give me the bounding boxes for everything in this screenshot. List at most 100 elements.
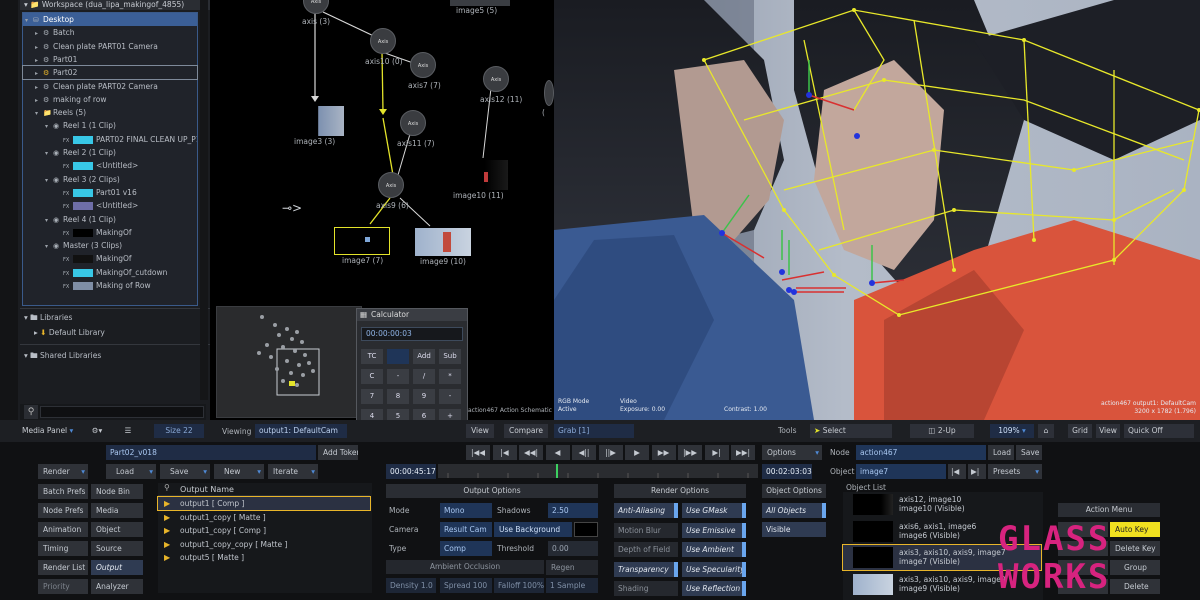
render-toggle-use-emissive[interactable]: Use Emissive bbox=[682, 522, 746, 538]
library-tree[interactable]: ▾ ⛁ Desktop ▸ ⚙ Batch ▸ ⚙ Clean plate PART01 Cam… bbox=[22, 12, 198, 306]
expand-arrow-icon[interactable]: ▾ bbox=[45, 147, 53, 159]
render-toggle-shading[interactable]: Shading bbox=[614, 581, 678, 596]
prev-object-icon[interactable]: |◀ bbox=[948, 464, 966, 479]
grab-field[interactable]: Grab [1] bbox=[554, 424, 634, 438]
prev-frame-icon[interactable]: ◀|| bbox=[572, 445, 596, 460]
presets-button[interactable]: Presets bbox=[988, 464, 1042, 479]
calculator-key[interactable]: * bbox=[439, 369, 461, 384]
prev-key-icon[interactable]: |◀ bbox=[492, 445, 517, 460]
tree-item[interactable]: FX <Untitled> bbox=[23, 199, 197, 212]
compare-button[interactable]: Compare bbox=[504, 424, 548, 438]
axis-node[interactable]: Axis bbox=[370, 28, 396, 54]
render-toggle-anti-aliasing[interactable]: Anti-Aliasing bbox=[614, 503, 678, 518]
panel-button-source[interactable]: Source bbox=[91, 541, 143, 556]
calculator-display[interactable]: 00:00:00:03 bbox=[361, 327, 463, 341]
expand-icon[interactable]: ▾ bbox=[24, 351, 28, 360]
spread-field[interactable]: Spread 100 bbox=[440, 578, 492, 593]
expand-arrow-icon[interactable]: ▾ bbox=[25, 14, 33, 26]
expand-arrow-icon[interactable]: ▸ bbox=[35, 54, 43, 66]
visible-toggle[interactable]: Visible bbox=[762, 522, 826, 537]
render-toggle-motion-blur[interactable]: Motion Blur bbox=[614, 522, 678, 538]
select-tool-button[interactable]: ➤ Select bbox=[810, 424, 892, 438]
play-icon[interactable]: ▶ bbox=[625, 445, 649, 460]
calculator-key[interactable]: C bbox=[361, 369, 383, 384]
workspace-header[interactable]: ▾ 📁 Workspace (dua_lipa_makingof_4855) bbox=[20, 0, 210, 10]
use-background-toggle[interactable]: Use Background bbox=[494, 522, 572, 537]
tree-item[interactable]: FX MakingOf_cutdown bbox=[23, 266, 197, 279]
calculator-key[interactable]: TC bbox=[361, 349, 383, 364]
tree-item[interactable]: ▾ 📁Reels (5) bbox=[23, 106, 197, 119]
grid-button[interactable]: Grid bbox=[1068, 424, 1092, 438]
expand-arrow-icon[interactable]: ▾ bbox=[35, 107, 43, 119]
tree-item[interactable]: ▾ ◉ Master (3 Clips) bbox=[23, 239, 197, 252]
load-preset-button[interactable]: Load bbox=[988, 445, 1014, 460]
tree-item[interactable]: ▸ ⚙ making of row bbox=[23, 93, 197, 106]
play-reverse-icon[interactable]: ◀ bbox=[545, 445, 570, 460]
expand-arrow-icon[interactable]: ▸ bbox=[35, 81, 43, 93]
ambient-occlusion-header[interactable]: Ambient Occlusion bbox=[386, 560, 544, 574]
image-node-thumb[interactable] bbox=[415, 228, 471, 256]
step-back-icon[interactable]: ◀◀| bbox=[519, 445, 543, 460]
calculator-key[interactable]: - bbox=[387, 369, 409, 384]
expand-arrow-icon[interactable]: ▾ bbox=[45, 120, 53, 132]
output-list[interactable]: ⚲ Output Name ▶ output1 [ Comp ] ▶ output1_… bbox=[157, 483, 372, 593]
calculator-key[interactable]: 8 bbox=[387, 389, 409, 404]
tree-item[interactable]: ▸ ⚙ Part01 bbox=[23, 53, 197, 66]
expand-arrow-icon[interactable]: ▾ bbox=[45, 214, 53, 226]
list-view-icon[interactable]: ☰ bbox=[114, 424, 142, 438]
libraries-section[interactable]: ▾ 🖿 Libraries bbox=[20, 311, 210, 324]
expand-arrow-icon[interactable]: ▸ bbox=[35, 27, 43, 39]
panel-button-object[interactable]: Object bbox=[91, 522, 143, 537]
quick-off-button[interactable]: Quick Off bbox=[1124, 424, 1194, 438]
shared-libraries-section[interactable]: ▾ 🖿 Shared Libraries bbox=[20, 349, 210, 362]
render-toggle-depth-of-field[interactable]: Depth of Field bbox=[614, 542, 678, 557]
panel-button-node-bin[interactable]: Node Bin bbox=[91, 484, 143, 499]
mode-select[interactable]: Mono bbox=[440, 503, 492, 518]
library-scrollbar[interactable] bbox=[200, 0, 208, 400]
expand-arrow-icon[interactable]: ▸ bbox=[35, 67, 43, 79]
camera-select[interactable]: Result Cam bbox=[440, 522, 492, 537]
end-timecode[interactable]: 00:02:03:03 bbox=[762, 464, 812, 479]
current-timecode[interactable]: 00:00:45:17 bbox=[386, 464, 436, 479]
panel-button-media[interactable]: Media bbox=[91, 503, 143, 518]
gear-icon[interactable]: ⚙▾ bbox=[84, 424, 110, 438]
save-button[interactable]: Save bbox=[160, 464, 210, 479]
expand-icon[interactable]: ▾ bbox=[24, 313, 28, 322]
object-field[interactable]: image7 bbox=[856, 464, 946, 479]
search-input[interactable] bbox=[40, 406, 204, 418]
save-preset-button[interactable]: Save bbox=[1016, 445, 1042, 460]
expand-arrow-icon[interactable]: ▾ bbox=[45, 240, 53, 252]
render-toggle-use-specularity[interactable]: Use Specularity bbox=[682, 561, 746, 577]
image-node-thumb[interactable] bbox=[450, 160, 508, 190]
go-start-icon[interactable]: |◀◀ bbox=[466, 445, 490, 460]
home-icon[interactable]: ⌂ bbox=[1038, 424, 1054, 438]
tree-item[interactable]: FX MakingOf bbox=[23, 226, 197, 239]
axis-node[interactable]: Axis bbox=[378, 172, 404, 198]
next-cut-icon[interactable]: ▶| bbox=[704, 445, 729, 460]
viewing-select[interactable]: output1: DefaultCam bbox=[255, 424, 347, 438]
iterate-button[interactable]: Iterate bbox=[268, 464, 318, 479]
media-panel-dropdown[interactable]: Media Panel ▾ bbox=[18, 424, 80, 438]
calculator-key[interactable]: 7 bbox=[361, 389, 383, 404]
output-row[interactable]: ▶ output1_copy_copy [ Matte ] bbox=[158, 538, 370, 551]
calculator-key[interactable]: / bbox=[413, 369, 435, 384]
tree-item[interactable]: ▾ ◉ Reel 3 (2 Clips) bbox=[23, 173, 197, 186]
tree-item[interactable]: FX Making of Row bbox=[23, 279, 197, 292]
panel-button-batch-prefs[interactable]: Batch Prefs bbox=[38, 484, 88, 499]
action-menu-header[interactable]: Action Menu bbox=[1058, 503, 1160, 517]
new-button[interactable]: New bbox=[214, 464, 264, 479]
tree-item[interactable]: ▾ ◉ Reel 1 (1 Clip) bbox=[23, 119, 197, 132]
viewport[interactable]: RGB Mode Active Video Exposure: 0.00 Contr… bbox=[554, 0, 1200, 420]
axis-node[interactable]: Axis bbox=[400, 110, 426, 136]
axis-node[interactable]: Axis bbox=[483, 66, 509, 92]
panel-button-node-prefs[interactable]: Node Prefs bbox=[38, 503, 88, 518]
tree-item[interactable]: FX MakingOf bbox=[23, 252, 197, 265]
calculator-key[interactable]: Sub bbox=[439, 349, 461, 364]
next-key-icon[interactable]: ▶▶ bbox=[651, 445, 676, 460]
expand-arrow-icon[interactable]: ▾ bbox=[45, 174, 53, 186]
sample-field[interactable]: 1 Sample bbox=[546, 578, 598, 593]
panel-button-priority[interactable]: Priority bbox=[38, 579, 88, 594]
regen-button[interactable]: Regen bbox=[546, 560, 598, 575]
all-objects-toggle[interactable]: All Objects bbox=[762, 503, 826, 518]
background-color-swatch[interactable] bbox=[574, 522, 598, 537]
